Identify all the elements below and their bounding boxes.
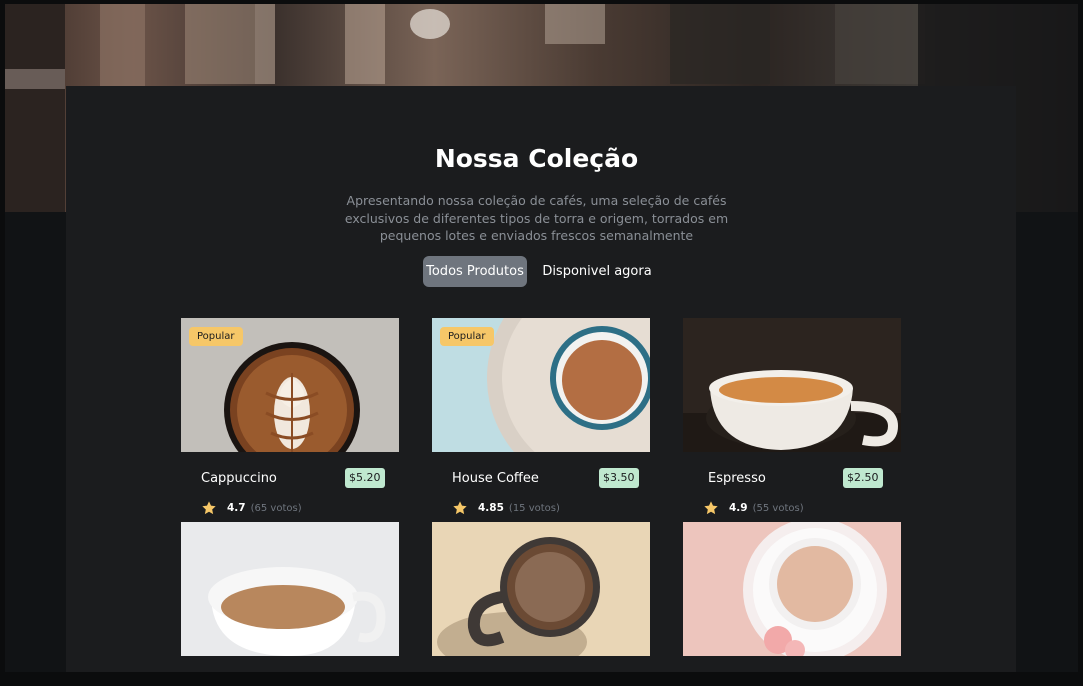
product-name: Cappuccino xyxy=(201,471,277,486)
vote-count: (55 votos) xyxy=(752,502,804,514)
page-title: Nossa Coleção xyxy=(434,144,639,173)
popular-badge: Popular xyxy=(440,327,494,346)
tab-all-products[interactable]: Todos Produtos xyxy=(423,256,527,287)
rating-value: 4.7 xyxy=(227,502,246,514)
rating-value: 4.85 xyxy=(478,502,504,514)
product-rating: 4.9 (55 votos) xyxy=(703,500,804,516)
latte-image xyxy=(683,522,901,656)
tab-available-now[interactable]: Disponivel agora xyxy=(541,256,653,287)
product-name: House Coffee xyxy=(452,471,539,486)
star-icon xyxy=(453,501,467,515)
popular-badge: Popular xyxy=(189,327,243,346)
rating-value: 4.9 xyxy=(729,502,748,514)
collection-description: Apresentando nossa coleção de cafés, uma… xyxy=(344,193,729,243)
product-rating: 4.7 (65 votos) xyxy=(201,500,302,516)
vote-count: (15 votos) xyxy=(508,502,560,514)
house-coffee-image: Popular xyxy=(432,318,650,452)
star-icon xyxy=(202,501,216,515)
star-icon xyxy=(704,501,718,515)
product-rating: 4.85 (15 votos) xyxy=(452,500,560,516)
coffee-cup-image xyxy=(181,522,399,656)
price-tag: $2.50 xyxy=(843,468,883,488)
product-name: Espresso xyxy=(708,471,766,486)
price-tag: $5.20 xyxy=(345,468,385,488)
espresso-image xyxy=(683,318,901,452)
cappuccino-image: Popular xyxy=(181,318,399,452)
coffee-mug-image xyxy=(432,522,650,656)
price-tag: $3.50 xyxy=(599,468,639,488)
vote-count: (65 votos) xyxy=(250,502,302,514)
